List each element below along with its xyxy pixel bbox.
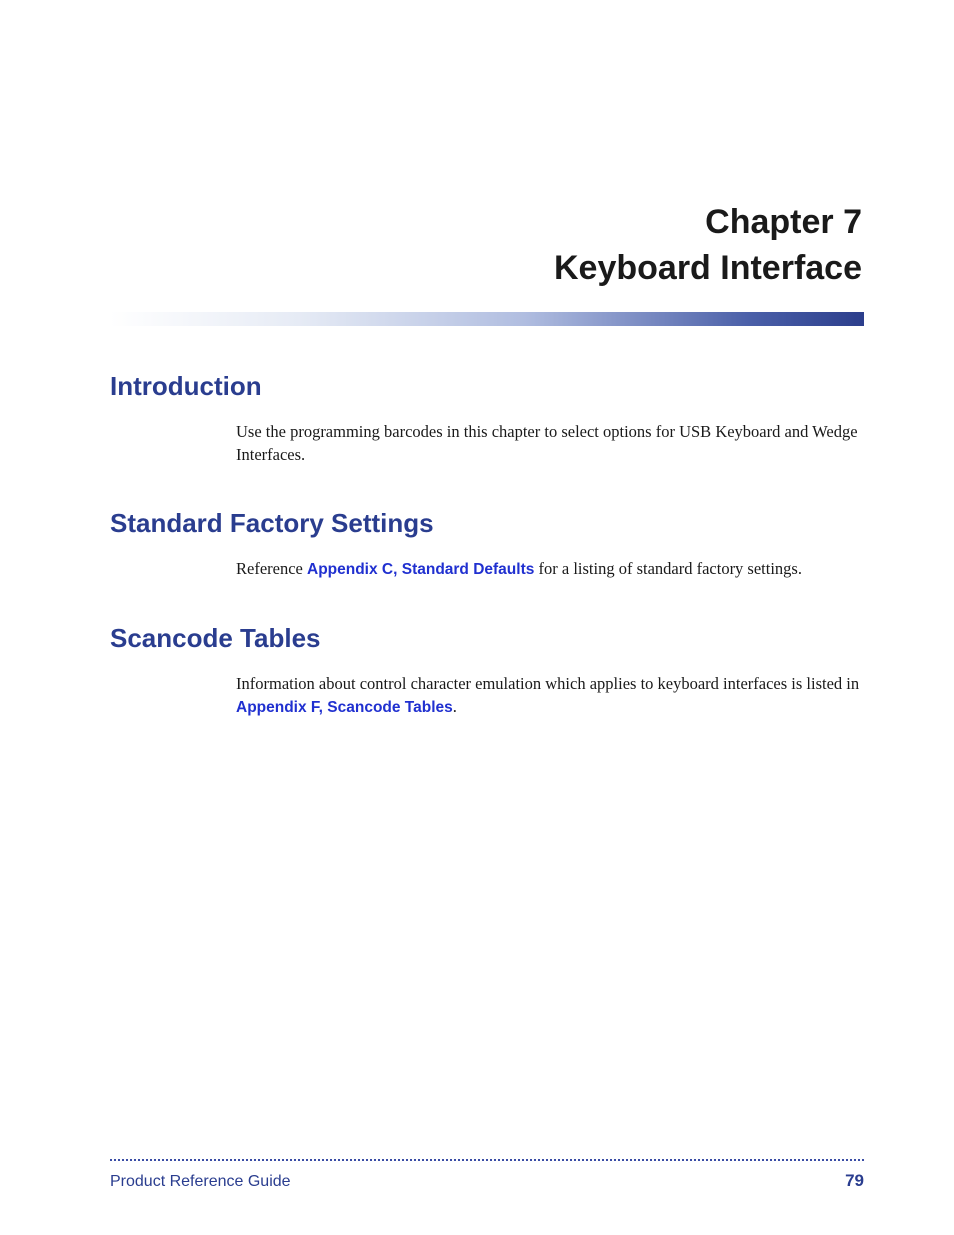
section-scancode-tables: Scancode Tables Information about contro… — [110, 623, 864, 719]
text-suffix: . — [453, 697, 457, 716]
gradient-divider — [110, 312, 864, 326]
section-factory-settings: Standard Factory Settings Reference Appe… — [110, 508, 864, 581]
section-body-factory-settings: Reference Appendix C, Standard Defaults … — [110, 557, 864, 581]
page-footer: Product Reference Guide 79 — [110, 1159, 864, 1191]
section-body-introduction: Use the programming barcodes in this cha… — [110, 420, 864, 466]
section-introduction: Introduction Use the programming barcode… — [110, 371, 864, 466]
link-appendix-c[interactable]: Appendix C, Standard Defaults — [307, 561, 534, 578]
text-suffix: for a listing of standard factory settin… — [534, 559, 802, 578]
chapter-title: Keyboard Interface — [110, 246, 862, 292]
dotted-divider — [110, 1159, 864, 1161]
link-appendix-f[interactable]: Appendix F, Scancode Tables — [236, 699, 453, 716]
section-body-scancode-tables: Information about control character emul… — [110, 672, 864, 719]
section-heading-introduction: Introduction — [110, 371, 864, 402]
section-heading-factory-settings: Standard Factory Settings — [110, 508, 864, 539]
footer-row: Product Reference Guide 79 — [110, 1171, 864, 1191]
footer-guide-label: Product Reference Guide — [110, 1173, 291, 1191]
chapter-heading: Chapter 7 Keyboard Interface — [110, 200, 864, 292]
section-heading-scancode-tables: Scancode Tables — [110, 623, 864, 654]
footer-page-number: 79 — [845, 1171, 864, 1191]
text-prefix: Reference — [236, 559, 307, 578]
page-content: Chapter 7 Keyboard Interface Introductio… — [0, 0, 954, 718]
chapter-number: Chapter 7 — [110, 200, 862, 246]
text-prefix: Information about control character emul… — [236, 674, 859, 693]
